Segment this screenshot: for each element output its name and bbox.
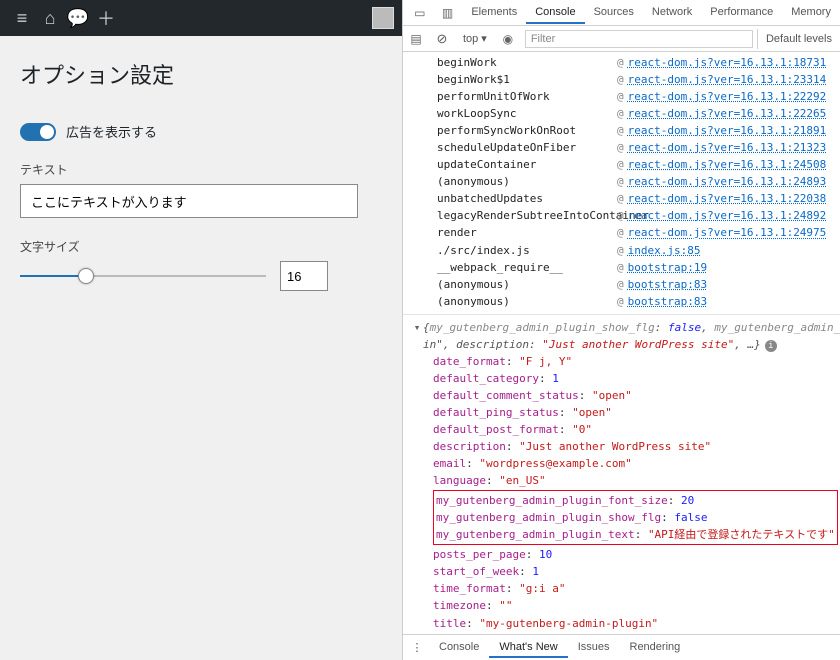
object-property: start_of_week: 1 <box>433 563 840 580</box>
inspect-icon[interactable]: ▭ <box>407 6 433 20</box>
show-ads-label: 広告を表示する <box>66 122 157 141</box>
stack-frame: performUnitOfWork@react-dom.js?ver=16.13… <box>403 88 840 105</box>
stack-frame: __webpack_require__@bootstrap:19 <box>403 259 840 276</box>
object-property: default_post_format: "0" <box>433 421 840 438</box>
object-property: date_format: "F j, Y" <box>433 353 840 370</box>
object-property: timezone: "" <box>433 597 840 614</box>
object-property: default_ping_status: "open" <box>433 404 840 421</box>
source-link[interactable]: bootstrap:83 <box>628 278 707 291</box>
source-link[interactable]: react-dom.js?ver=16.13.1:22038 <box>628 192 827 205</box>
log-levels-select[interactable]: Default levels <box>757 29 840 49</box>
stack-frame: (anonymous)@react-dom.js?ver=16.13.1:248… <box>403 173 840 190</box>
stack-frame: legacyRenderSubtreeIntoContainer@react-d… <box>403 207 840 224</box>
drawer-menu-icon[interactable]: ⋮ <box>407 641 427 654</box>
clear-console-icon[interactable]: ⊘ <box>429 31 455 47</box>
show-ads-row: 広告を表示する <box>20 122 382 141</box>
stack-frame: workLoopSync@react-dom.js?ver=16.13.1:22… <box>403 105 840 122</box>
source-link[interactable]: react-dom.js?ver=16.13.1:23314 <box>628 73 827 86</box>
execution-context-select[interactable]: top▾ <box>455 32 495 45</box>
object-property: my_gutenberg_admin_plugin_font_size: 20 <box>436 492 835 509</box>
text-field-label: テキスト <box>20 161 382 178</box>
source-link[interactable]: react-dom.js?ver=16.13.1:24892 <box>628 209 827 222</box>
drawer-tab-rendering[interactable]: Rendering <box>620 638 691 658</box>
stack-frame: (anonymous)@bootstrap:83 <box>403 276 840 293</box>
plus-icon[interactable]: ＋ <box>92 4 120 32</box>
tab-memory[interactable]: Memory <box>782 2 840 24</box>
console-toolbar: ▤ ⊘ top▾ ◉ Filter Default levels <box>403 26 840 52</box>
text-input[interactable] <box>20 184 358 218</box>
device-toggle-icon[interactable]: ▥ <box>435 6 461 20</box>
object-properties: date_format: "F j, Y"default_category: 1… <box>433 353 840 489</box>
source-link[interactable]: react-dom.js?ver=16.13.1:21891 <box>628 124 827 137</box>
source-link[interactable]: bootstrap:83 <box>628 295 707 308</box>
devtools-pane: ▭ ▥ ElementsConsoleSourcesNetworkPerform… <box>403 0 840 660</box>
drawer-tab-console[interactable]: Console <box>429 638 489 658</box>
avatar[interactable] <box>372 7 394 29</box>
sidebar-toggle-icon[interactable]: ▤ <box>403 32 429 46</box>
stack-frame: render@react-dom.js?ver=16.13.1:24975 <box>403 224 840 241</box>
stack-frame: beginWork@react-dom.js?ver=16.13.1:18731 <box>403 54 840 71</box>
stack-trace: beginWork@react-dom.js?ver=16.13.1:18731… <box>403 52 840 314</box>
eye-icon[interactable]: ◉ <box>495 32 521 46</box>
object-properties-after: posts_per_page: 10start_of_week: 1time_f… <box>433 546 840 634</box>
object-property: default_category: 1 <box>433 370 840 387</box>
tab-network[interactable]: Network <box>643 2 701 24</box>
font-size-block: 文字サイズ <box>20 238 382 291</box>
disclosure-triangle-icon[interactable]: ▾ <box>411 319 423 336</box>
page-title: オプション設定 <box>20 58 382 90</box>
stack-frame: beginWork$1@react-dom.js?ver=16.13.1:233… <box>403 71 840 88</box>
object-property: email: "wordpress@example.com" <box>433 455 840 472</box>
devtools-drawer-tabs: ⋮ ConsoleWhat's NewIssuesRendering <box>403 634 840 660</box>
object-property: default_comment_status: "open" <box>433 387 840 404</box>
highlighted-properties: my_gutenberg_admin_plugin_font_size: 20m… <box>433 490 838 545</box>
drawer-tab-what-s-new[interactable]: What's New <box>489 638 567 658</box>
object-property: title: "my-gutenberg-admin-plugin" <box>433 615 840 632</box>
source-link[interactable]: react-dom.js?ver=16.13.1:22292 <box>628 90 827 103</box>
object-property: posts_per_page: 10 <box>433 546 840 563</box>
drawer-tab-issues[interactable]: Issues <box>568 638 620 658</box>
object-summary: {my_gutenberg_admin_plugin_show_flg: fal… <box>423 319 840 353</box>
stack-frame: unbatchedUpdates@react-dom.js?ver=16.13.… <box>403 190 840 207</box>
wordpress-admin-pane: ≡ ⌂ 💬 ＋ オプション設定 広告を表示する テキスト 文字サイズ <box>0 0 403 660</box>
font-size-value-input[interactable] <box>280 261 328 291</box>
source-link[interactable]: react-dom.js?ver=16.13.1:21323 <box>628 141 827 154</box>
object-property: language: "en_US" <box>433 472 840 489</box>
object-property: my_gutenberg_admin_plugin_show_flg: fals… <box>436 509 835 526</box>
text-field-block: テキスト <box>20 161 382 218</box>
object-property: my_gutenberg_admin_plugin_text: "API経由で登… <box>436 526 835 543</box>
show-ads-toggle[interactable] <box>20 123 56 141</box>
tab-performance[interactable]: Performance <box>701 2 782 24</box>
home-icon[interactable]: ⌂ <box>36 4 64 32</box>
tab-console[interactable]: Console <box>526 2 584 24</box>
object-property: description: "Just another WordPress sit… <box>433 438 840 455</box>
logged-object: ▾ {my_gutenberg_admin_plugin_show_flg: f… <box>403 314 840 353</box>
stack-frame: ./src/index.js@index.js:85 <box>403 242 840 259</box>
source-link[interactable]: react-dom.js?ver=16.13.1:24508 <box>628 158 827 171</box>
stack-frame: updateContainer@react-dom.js?ver=16.13.1… <box>403 156 840 173</box>
stack-frame: performSyncWorkOnRoot@react-dom.js?ver=1… <box>403 122 840 139</box>
stack-frame: (anonymous)@bootstrap:83 <box>403 293 840 310</box>
font-size-label: 文字サイズ <box>20 238 382 255</box>
source-link[interactable]: react-dom.js?ver=16.13.1:22265 <box>628 107 827 120</box>
object-property: time_format: "g:i a" <box>433 580 840 597</box>
source-link[interactable]: react-dom.js?ver=16.13.1:24893 <box>628 175 827 188</box>
menu-icon[interactable]: ≡ <box>8 4 36 32</box>
admin-toolbar: ≡ ⌂ 💬 ＋ <box>0 0 402 36</box>
source-link[interactable]: react-dom.js?ver=16.13.1:18731 <box>628 56 827 69</box>
comment-icon[interactable]: 💬 <box>64 4 92 32</box>
source-link[interactable]: index.js:85 <box>628 244 701 257</box>
source-link[interactable]: react-dom.js?ver=16.13.1:24975 <box>628 226 827 239</box>
source-link[interactable]: bootstrap:19 <box>628 261 707 274</box>
tab-elements[interactable]: Elements <box>462 2 526 24</box>
stack-frame: scheduleUpdateOnFiber@react-dom.js?ver=1… <box>403 139 840 156</box>
devtools-main-tabs: ▭ ▥ ElementsConsoleSourcesNetworkPerform… <box>403 0 840 26</box>
info-icon[interactable]: i <box>765 340 777 352</box>
font-size-range[interactable] <box>20 266 266 286</box>
settings-panel: オプション設定 広告を表示する テキスト 文字サイズ <box>0 36 402 327</box>
filter-input[interactable]: Filter <box>525 30 753 48</box>
tab-sources[interactable]: Sources <box>585 2 643 24</box>
console-output: beginWork@react-dom.js?ver=16.13.1:18731… <box>403 52 840 634</box>
